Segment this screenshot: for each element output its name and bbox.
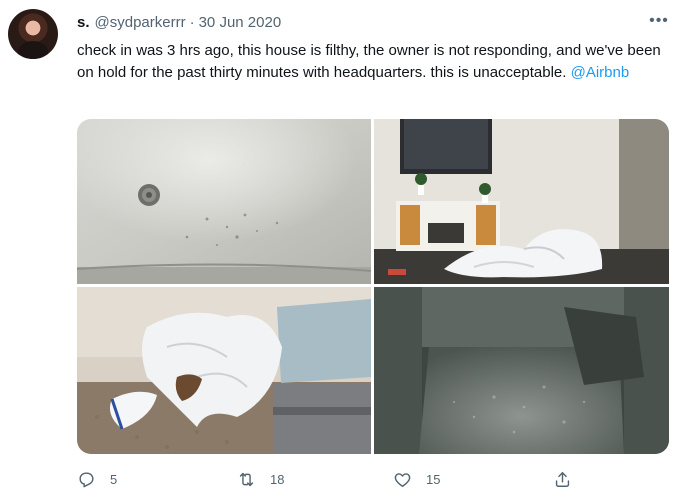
- media-photo-bathtub[interactable]: [77, 119, 371, 284]
- media-grid: [77, 119, 669, 454]
- tweet-text: check in was 3 hrs ago, this house is fi…: [77, 40, 667, 84]
- like-count: 15: [426, 471, 441, 487]
- display-name[interactable]: s.: [77, 14, 90, 31]
- like-button[interactable]: 15: [393, 468, 440, 490]
- reply-button[interactable]: 5: [77, 468, 117, 490]
- tweet-date[interactable]: 30 Jun 2020: [199, 14, 282, 31]
- user-handle[interactable]: @sydparkerrr: [95, 14, 186, 31]
- more-options-icon[interactable]: •••: [646, 10, 672, 32]
- retweet-count: 18: [270, 471, 285, 487]
- media-photo-sofa[interactable]: [374, 287, 669, 454]
- living-room-image: [374, 119, 669, 284]
- sofa-image: [374, 287, 669, 454]
- retweet-icon: [237, 470, 256, 489]
- tweet: s. @sydparkerrr · 30 Jun 2020 ••• check …: [0, 0, 680, 499]
- avatar[interactable]: [8, 9, 58, 59]
- media-photo-living-room[interactable]: [374, 119, 669, 284]
- tweet-header: s. @sydparkerrr · 30 Jun 2020: [77, 12, 281, 32]
- tweet-actions: 5 18 15: [77, 464, 597, 496]
- share-button[interactable]: [553, 468, 572, 490]
- share-icon: [553, 470, 572, 489]
- reply-icon: [77, 470, 96, 489]
- retweet-button[interactable]: 18: [237, 468, 284, 490]
- bedroom-image: [77, 287, 371, 454]
- reply-count: 5: [110, 471, 118, 487]
- mention-link[interactable]: @Airbnb: [571, 64, 630, 81]
- header-separator: ·: [189, 13, 195, 31]
- media-photo-bedroom[interactable]: [77, 287, 371, 454]
- bathtub-drain-image: [77, 119, 371, 284]
- heart-icon: [393, 470, 412, 489]
